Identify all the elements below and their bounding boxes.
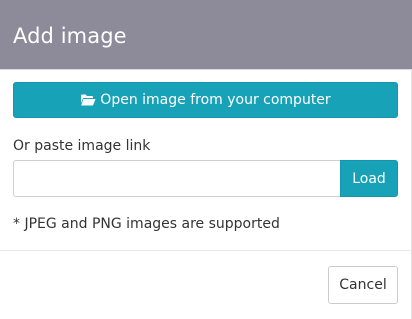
cancel-button[interactable]: Cancel xyxy=(328,266,398,304)
load-button[interactable]: Load xyxy=(340,160,398,197)
open-image-button-label: Open image from your computer xyxy=(100,92,331,108)
add-image-dialog: Add image Open image from your computer … xyxy=(0,0,412,319)
dialog-header: Add image xyxy=(0,0,412,70)
image-link-input[interactable] xyxy=(13,160,341,197)
open-image-button[interactable]: Open image from your computer xyxy=(13,82,398,118)
image-link-label: Or paste image link xyxy=(13,138,151,154)
dialog-title: Add image xyxy=(13,24,127,48)
footer-divider xyxy=(0,250,412,251)
supported-formats-note: * JPEG and PNG images are supported xyxy=(13,216,280,232)
folder-open-icon xyxy=(80,93,96,107)
